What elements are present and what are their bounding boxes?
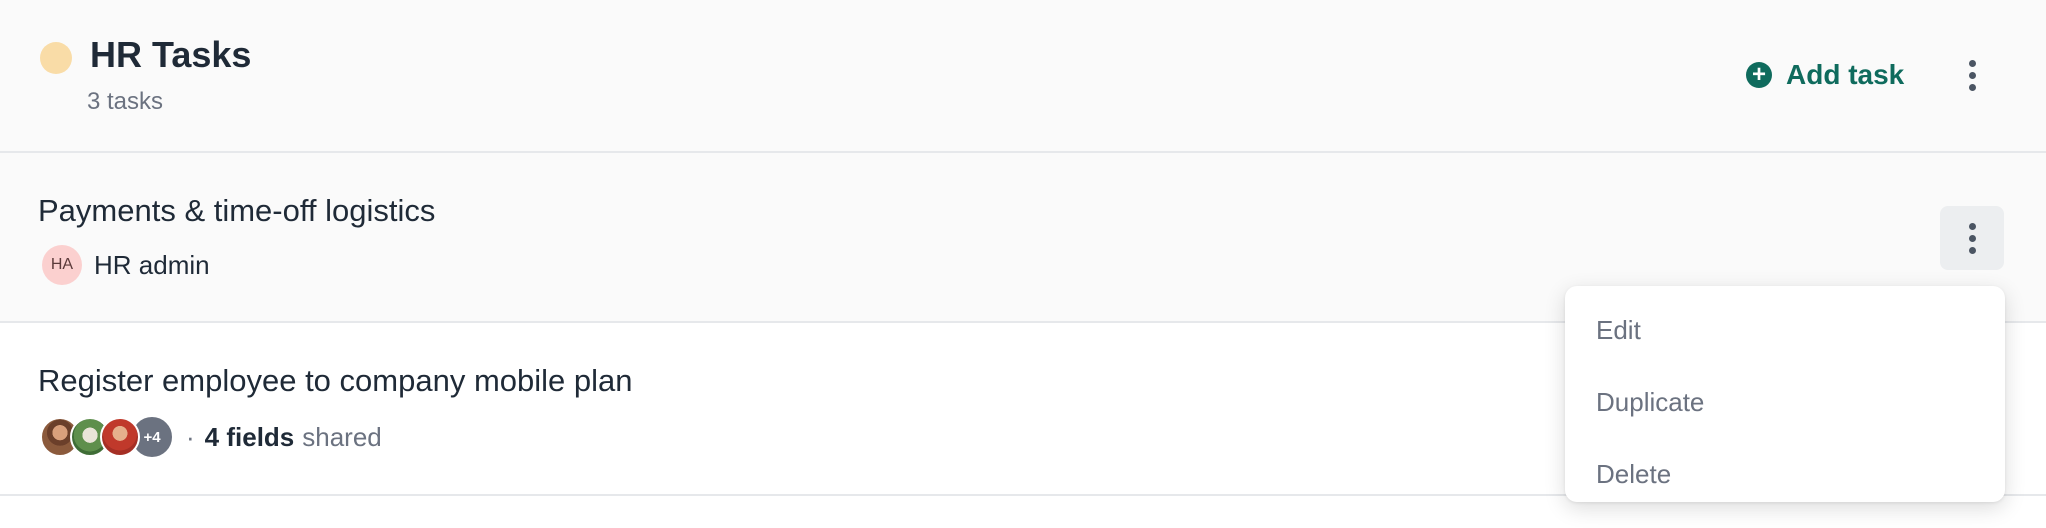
avatar: HA bbox=[42, 245, 82, 285]
task-assignee: HA HR admin bbox=[42, 245, 210, 285]
group-task-count: 3 tasks bbox=[87, 88, 164, 115]
plus-circle-icon: + bbox=[1746, 62, 1772, 88]
group-color-dot bbox=[40, 42, 72, 74]
task-title[interactable]: Register employee to company mobile plan bbox=[38, 363, 632, 399]
avatar bbox=[100, 417, 140, 457]
group-more-options-button[interactable] bbox=[1954, 52, 1990, 98]
menu-item-edit[interactable]: Edit bbox=[1565, 294, 2005, 366]
kebab-dot bbox=[1968, 234, 1976, 242]
assignee-name: HR admin bbox=[94, 249, 210, 280]
menu-item-duplicate[interactable]: Duplicate bbox=[1565, 366, 2005, 438]
fields-suffix: shared bbox=[302, 421, 382, 452]
kebab-dot bbox=[1968, 83, 1976, 91]
kebab-dot bbox=[1968, 246, 1976, 254]
menu-item-delete[interactable]: Delete bbox=[1565, 438, 2005, 510]
shared-fields-info: · 4 fields shared bbox=[186, 422, 382, 453]
task-title[interactable]: Payments & time-off logistics bbox=[38, 193, 435, 229]
shared-with-avatars: +4 · 4 fields shared bbox=[40, 415, 382, 459]
separator: · bbox=[186, 421, 195, 452]
kebab-dot bbox=[1968, 59, 1976, 67]
task-more-options-button[interactable] bbox=[1940, 206, 2004, 270]
fields-count: 4 fields bbox=[204, 421, 295, 452]
kebab-dot bbox=[1968, 222, 1976, 230]
kebab-dot bbox=[1968, 71, 1976, 79]
group-title: HR Tasks bbox=[90, 34, 252, 75]
add-task-button[interactable]: + Add task bbox=[1746, 58, 1904, 92]
task-group-header: HR Tasks 3 tasks + Add task bbox=[0, 0, 2046, 153]
task-options-menu: Edit Duplicate Delete bbox=[1565, 286, 2005, 502]
add-task-label: Add task bbox=[1786, 59, 1905, 90]
